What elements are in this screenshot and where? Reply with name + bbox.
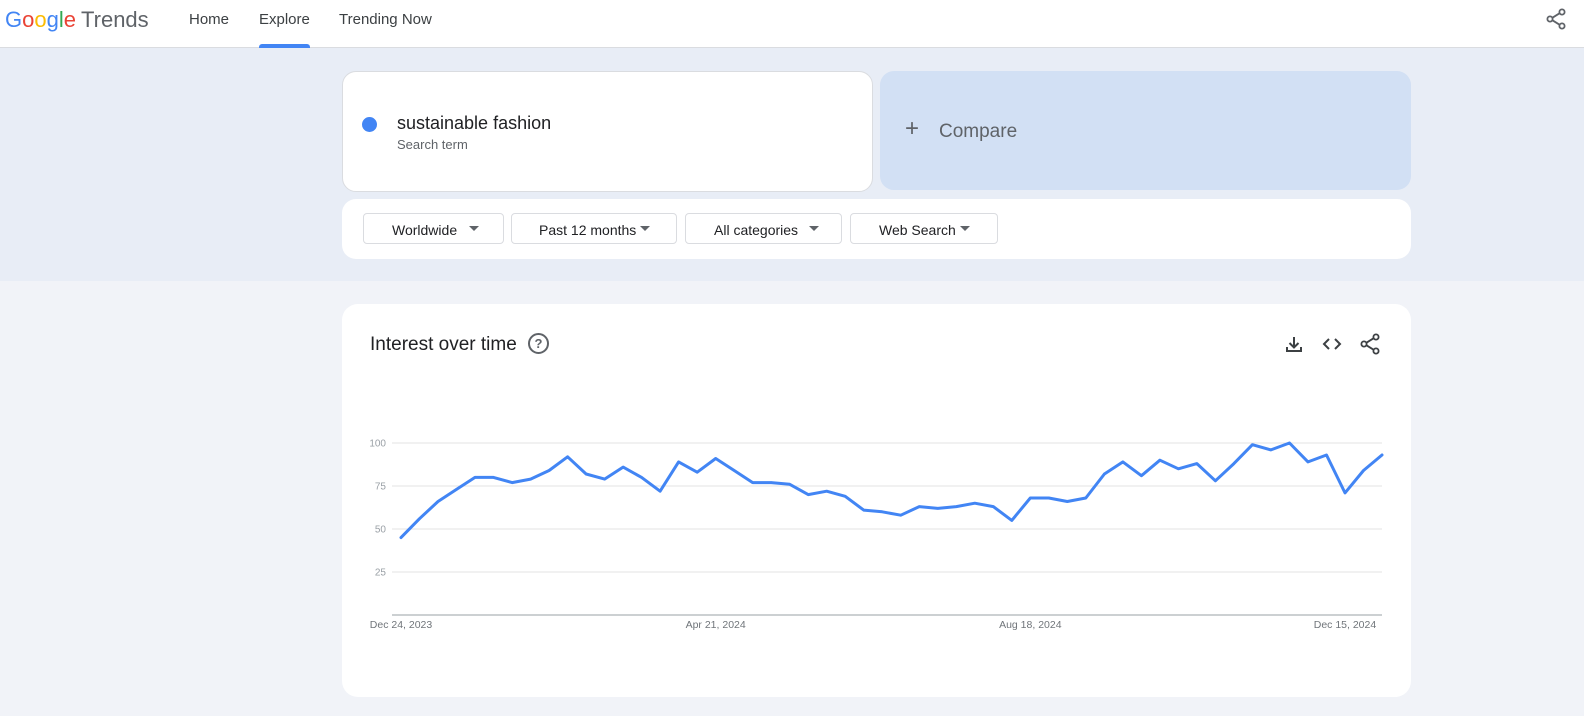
data-point bbox=[1066, 500, 1069, 503]
x-tick-label: Apr 21, 2024 bbox=[686, 619, 746, 631]
data-point bbox=[584, 472, 588, 476]
data-point bbox=[1343, 491, 1347, 495]
data-point bbox=[418, 517, 421, 520]
y-tick-label: 100 bbox=[369, 439, 386, 450]
data-point bbox=[436, 500, 440, 503]
data-point bbox=[1195, 462, 1199, 465]
y-tick-label: 75 bbox=[375, 482, 387, 493]
data-point bbox=[1269, 448, 1273, 452]
caret-down-icon bbox=[960, 226, 970, 231]
data-point bbox=[640, 476, 643, 479]
data-point bbox=[807, 493, 810, 496]
data-point bbox=[1047, 496, 1051, 500]
x-tick-label: Dec 15, 2024 bbox=[1314, 619, 1377, 631]
logo-letter: G bbox=[5, 7, 23, 32]
logo-letter: o bbox=[22, 7, 35, 32]
data-point bbox=[621, 465, 625, 469]
data-point bbox=[714, 457, 717, 460]
data-point bbox=[936, 507, 939, 510]
caret-down-icon bbox=[809, 226, 819, 231]
data-point bbox=[992, 505, 995, 508]
compare-label: Compare bbox=[939, 121, 1018, 142]
search-term-card[interactable]: sustainable fashion Search term bbox=[342, 71, 873, 192]
share-icon[interactable] bbox=[1545, 8, 1567, 30]
data-point bbox=[881, 510, 884, 513]
data-point bbox=[1306, 460, 1310, 464]
data-point bbox=[399, 536, 403, 539]
nav-trending-now[interactable]: Trending Now bbox=[339, 11, 432, 29]
data-point bbox=[862, 508, 865, 512]
plus-icon: + bbox=[905, 115, 920, 142]
data-point bbox=[732, 469, 736, 472]
data-point bbox=[918, 505, 921, 508]
y-tick-label: 25 bbox=[375, 568, 387, 579]
data-point bbox=[1325, 453, 1328, 457]
data-point bbox=[547, 469, 551, 472]
data-point bbox=[455, 488, 458, 491]
top-bar: Google Trends Home Explore Trending Now bbox=[0, 0, 1584, 48]
caret-down-icon bbox=[469, 226, 479, 231]
data-point bbox=[473, 476, 477, 479]
data-point bbox=[769, 481, 773, 484]
region-label: Worldwide bbox=[392, 222, 458, 238]
data-point bbox=[1214, 479, 1217, 483]
category-dropdown[interactable]: All categories bbox=[685, 213, 842, 244]
data-point bbox=[1140, 474, 1143, 477]
data-point bbox=[955, 505, 958, 508]
data-point bbox=[1232, 462, 1236, 465]
data-point bbox=[1010, 519, 1014, 522]
data-point bbox=[695, 471, 699, 474]
x-tick-label: Dec 24, 2023 bbox=[370, 619, 433, 631]
data-point bbox=[1158, 459, 1162, 462]
time-range-label: Past 12 months bbox=[539, 222, 637, 238]
search-term-type: Search term bbox=[397, 137, 468, 152]
data-point bbox=[1121, 460, 1125, 464]
interest-line-chart: 25 50 75 100 Dec 24, 2023 Apr 21, 2024 Aug 18,… bbox=[369, 439, 1384, 631]
time-range-dropdown[interactable]: Past 12 months bbox=[511, 213, 677, 244]
category-label: All categories bbox=[714, 222, 799, 238]
term-color-dot bbox=[362, 117, 377, 132]
google-trends-logo[interactable]: Google Trends bbox=[5, 6, 149, 34]
logo-letter: e bbox=[63, 7, 77, 32]
nav-explore[interactable]: Explore bbox=[259, 11, 310, 29]
nav-home[interactable]: Home bbox=[189, 11, 229, 29]
data-point bbox=[1103, 472, 1106, 476]
compare-button[interactable]: + Compare bbox=[880, 71, 1411, 190]
search-property-dropdown[interactable]: Web Search bbox=[850, 213, 998, 244]
data-point bbox=[603, 477, 606, 481]
data-point bbox=[1084, 496, 1088, 500]
data-point bbox=[1177, 467, 1180, 470]
data-point bbox=[973, 502, 976, 505]
caret-down-icon bbox=[640, 226, 650, 231]
data-point bbox=[510, 481, 514, 484]
data-point bbox=[1288, 441, 1291, 445]
data-point bbox=[677, 460, 680, 464]
data-point bbox=[529, 477, 532, 481]
y-tick-label: 50 bbox=[375, 525, 387, 536]
search-term-name: sustainable fashion bbox=[397, 113, 552, 133]
data-point bbox=[899, 514, 902, 517]
data-point bbox=[658, 489, 662, 493]
data-point bbox=[1251, 443, 1254, 446]
filter-bar: Worldwide Past 12 months All categories … bbox=[342, 199, 1411, 259]
data-point bbox=[1380, 453, 1384, 457]
interest-over-time-card: Interest over time ? 25 50 75 100 Dec 24, 20… bbox=[342, 304, 1411, 697]
logo-trends-text: Trends bbox=[81, 7, 149, 32]
logo-letter: g bbox=[46, 7, 59, 32]
data-point bbox=[492, 476, 495, 479]
logo-letter: o bbox=[34, 7, 47, 32]
data-point bbox=[751, 481, 754, 484]
data-point bbox=[566, 455, 569, 458]
data-point bbox=[1362, 469, 1365, 472]
data-point bbox=[825, 489, 828, 493]
region-dropdown[interactable]: Worldwide bbox=[363, 213, 504, 244]
series-line bbox=[399, 441, 1384, 540]
search-property-label: Web Search bbox=[879, 222, 956, 238]
x-tick-label: Aug 18, 2024 bbox=[999, 619, 1062, 631]
data-point bbox=[788, 483, 791, 486]
data-point bbox=[844, 495, 847, 498]
data-point bbox=[1029, 496, 1032, 500]
